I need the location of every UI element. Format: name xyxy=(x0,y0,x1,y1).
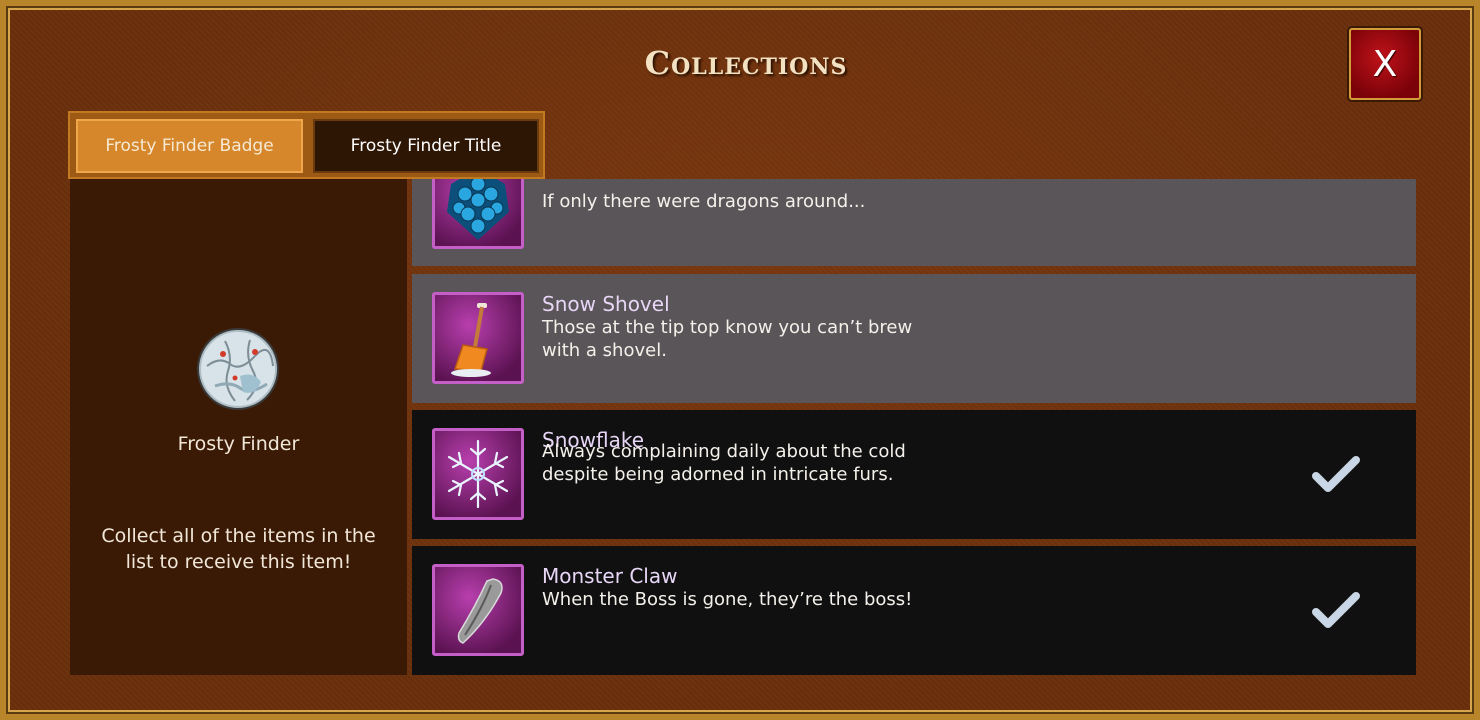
tab-frosty-finder-badge[interactable]: Frosty Finder Badge xyxy=(76,119,303,173)
item-icon-frame xyxy=(432,292,524,384)
item-description: If only there were dragons around... xyxy=(542,191,866,212)
item-description: Always complaining daily about the cold … xyxy=(542,441,906,485)
item-icon-frame xyxy=(432,179,524,249)
collection-item-row-dragon-scale[interactable]: If only there were dragons around... xyxy=(412,179,1416,266)
frosty-finder-badge-icon xyxy=(197,328,279,410)
close-button[interactable]: X xyxy=(1349,28,1421,100)
window-title: Collections xyxy=(644,44,848,82)
collected-check-icon xyxy=(1312,456,1360,492)
item-name: Snow Shovel xyxy=(542,292,670,316)
collection-item-row-snow-shovel[interactable]: Snow Shovel Those at the tip top know yo… xyxy=(412,274,1416,403)
collection-item-row-snowflake[interactable]: Snowflake Always complaining daily about… xyxy=(412,410,1416,539)
dragon-scale-icon xyxy=(447,179,509,240)
item-icon-frame xyxy=(432,564,524,656)
snowflake-icon xyxy=(447,439,509,509)
badge-description: Collect all of the items in the list to … xyxy=(101,525,376,573)
collection-item-list[interactable]: If only there were dragons around... Sno… xyxy=(412,179,1416,675)
item-name: Monster Claw xyxy=(542,564,678,588)
badge-name: Frosty Finder xyxy=(177,433,300,455)
collections-window: Collections X Frosty Finder Badge Frosty… xyxy=(0,0,1480,720)
collected-check-icon xyxy=(1312,592,1360,628)
item-icon-frame xyxy=(432,428,524,520)
tab-bar: Frosty Finder Badge Frosty Finder Title xyxy=(68,111,545,179)
item-description: When the Boss is gone, they’re the boss! xyxy=(542,589,913,610)
item-description: Those at the tip top know you can’t brew… xyxy=(542,317,913,361)
close-icon: X xyxy=(1372,43,1398,85)
collection-item-row-monster-claw[interactable]: Monster Claw When the Boss is gone, they… xyxy=(412,546,1416,675)
tab-frosty-finder-title[interactable]: Frosty Finder Title xyxy=(313,119,539,173)
claw-icon xyxy=(457,578,503,644)
badge-info-panel: Frosty Finder Collect all of the items i… xyxy=(70,179,407,675)
shovel-icon xyxy=(451,303,491,377)
